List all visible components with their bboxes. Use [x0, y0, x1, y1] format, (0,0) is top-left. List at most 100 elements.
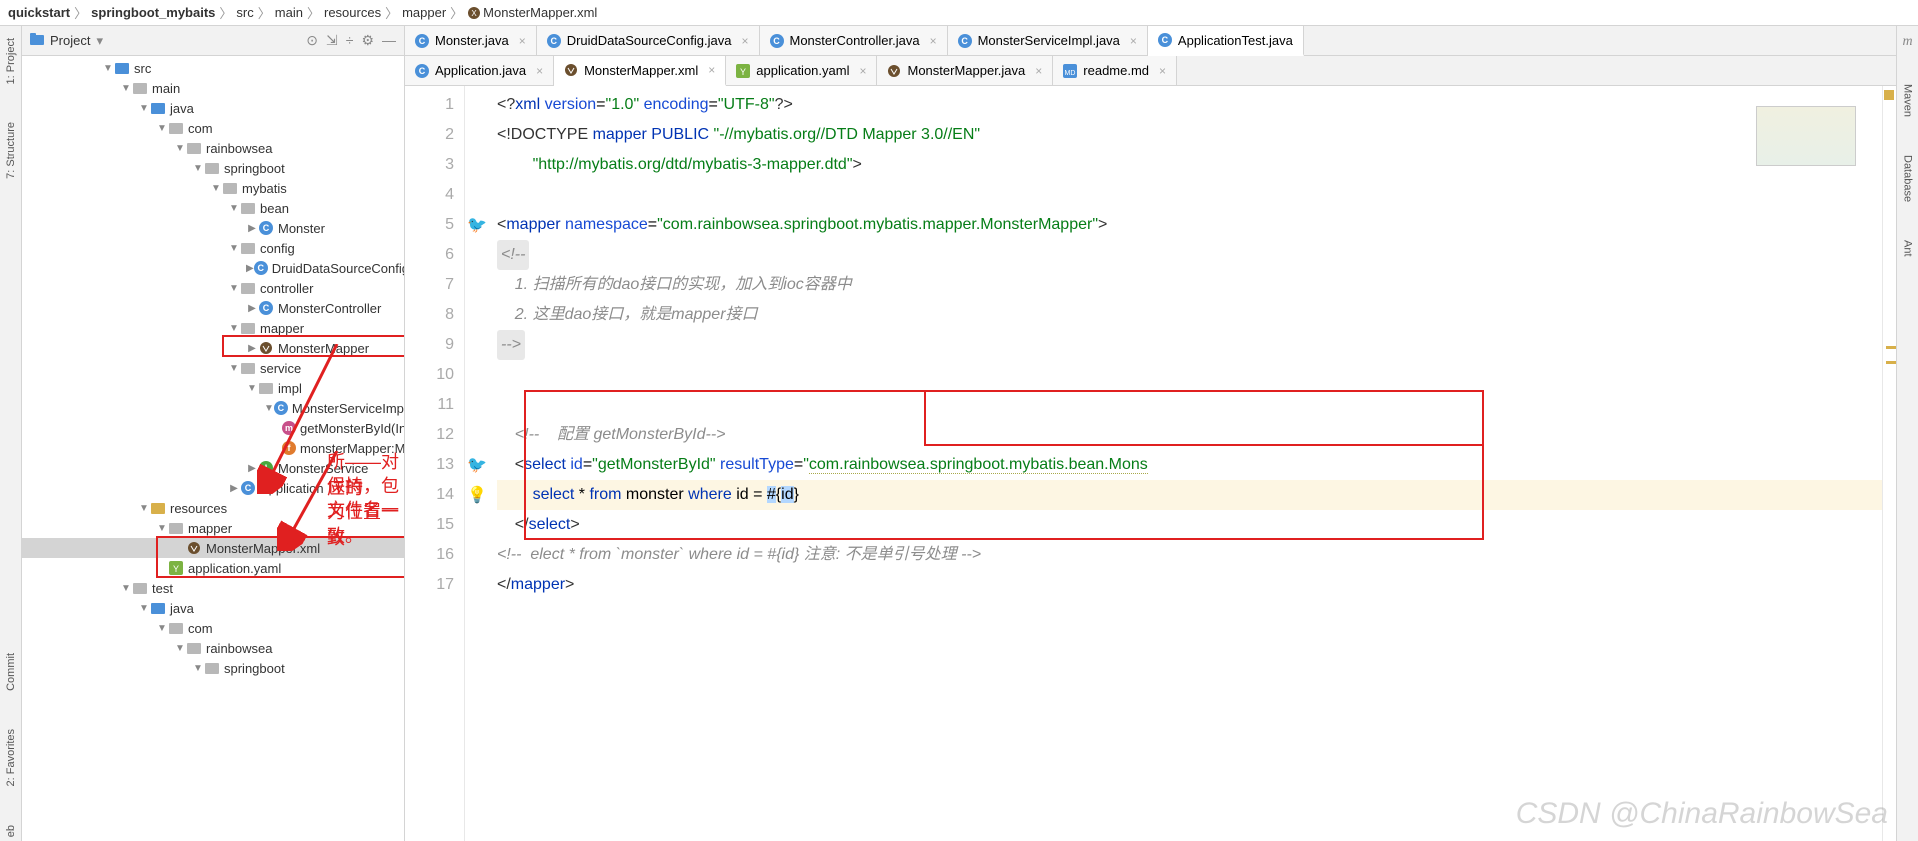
tree-item[interactable]: ▼test	[22, 578, 404, 598]
settings-icon[interactable]: ⚙	[361, 32, 374, 49]
bc-2[interactable]: src	[236, 5, 253, 20]
rail-eb[interactable]: eb	[5, 821, 17, 841]
editor-tab[interactable]: Yapplication.yaml×	[726, 56, 877, 85]
close-icon[interactable]: ×	[536, 64, 543, 78]
expand-arrow-icon[interactable]: ▼	[156, 522, 168, 534]
bc-1[interactable]: springboot_mybaits	[91, 5, 215, 20]
tree-item[interactable]: mgetMonsterById(In	[22, 418, 404, 438]
hide-icon[interactable]: —	[382, 32, 396, 49]
tree-item[interactable]: ▼springboot	[22, 158, 404, 178]
rail-commit[interactable]: Commit	[5, 649, 17, 695]
expand-arrow-icon[interactable]: ▼	[174, 142, 186, 154]
expand-arrow-icon[interactable]: ▼	[120, 582, 132, 594]
bc-5[interactable]: mapper	[402, 5, 446, 20]
tree-item[interactable]: ▼rainbowsea	[22, 638, 404, 658]
editor-tab[interactable]: CMonsterController.java×	[760, 26, 948, 55]
gutter-icon[interactable]	[465, 300, 489, 330]
bc-3[interactable]: main	[275, 5, 303, 20]
editor-tab[interactable]: CApplication.java×	[405, 56, 554, 85]
code-line[interactable]: 1. 扫描所有的dao接口的实现，加入到ioc容器中	[497, 270, 1882, 300]
expand-arrow-icon[interactable]: ▶	[246, 262, 254, 274]
bc-4[interactable]: resources	[324, 5, 381, 20]
tree-item[interactable]: ▼controller	[22, 278, 404, 298]
expand-arrow-icon[interactable]: ▼	[228, 362, 240, 374]
tree-item[interactable]: ▼resources	[22, 498, 404, 518]
expand-arrow-icon[interactable]: ▶	[246, 342, 258, 354]
gutter-icon[interactable]	[465, 180, 489, 210]
bc-0[interactable]: quickstart	[8, 5, 70, 20]
gutter-icon[interactable]	[465, 90, 489, 120]
editor-tab[interactable]: CMonster.java×	[405, 26, 537, 55]
expand-arrow-icon[interactable]: ▶	[228, 482, 240, 494]
code-line[interactable]: <?xml version="1.0" encoding="UTF-8"?>	[497, 90, 1882, 120]
code-area[interactable]: <?xml version="1.0" encoding="UTF-8"?> <!…	[489, 86, 1882, 841]
code-line[interactable]: "http://mybatis.org/dtd/mybatis-3-mapper…	[497, 150, 1882, 180]
expand-arrow-icon[interactable]: ▼	[138, 602, 150, 614]
tree-item[interactable]: ▶IMonsterService	[22, 458, 404, 478]
gutter-icon[interactable]	[465, 120, 489, 150]
gutter-icon[interactable]	[465, 540, 489, 570]
expand-arrow-icon[interactable]: ▼	[138, 102, 150, 114]
rail-project[interactable]: 1: Project	[5, 34, 17, 88]
close-icon[interactable]: ×	[1035, 64, 1042, 78]
code-line[interactable]: <!-- elect * from `monster` where id = #…	[497, 540, 1882, 570]
tree-item[interactable]: ▼mybatis	[22, 178, 404, 198]
tree-item[interactable]: ▼mapper	[22, 318, 404, 338]
gutter-icon[interactable]	[465, 150, 489, 180]
rail-maven[interactable]: Maven	[1902, 80, 1914, 121]
editor-body[interactable]: 1234567891011121314151617 🐦🐦💡 <?xml vers…	[405, 86, 1896, 841]
editor-tab[interactable]: MonsterMapper.xml×	[554, 56, 726, 86]
gutter-icon[interactable]	[465, 570, 489, 600]
gutter-icon[interactable]	[465, 420, 489, 450]
expand-arrow-icon[interactable]: ▼	[102, 62, 114, 74]
expand-arrow-icon[interactable]: ▶	[246, 222, 258, 234]
tree-item[interactable]: fmonsterMapper:M	[22, 438, 404, 458]
expand-arrow-icon[interactable]	[174, 542, 186, 554]
tree-item[interactable]: MonsterMapper.xml	[22, 538, 404, 558]
expand-arrow-icon[interactable]: ▼	[228, 282, 240, 294]
minimap[interactable]	[1882, 86, 1896, 841]
code-line[interactable]	[497, 390, 1882, 420]
tree-item[interactable]: ▶MonsterMapper	[22, 338, 404, 358]
close-icon[interactable]: ×	[741, 34, 748, 48]
expand-arrow-icon[interactable]	[156, 562, 168, 574]
code-line[interactable]: <select id="getMonsterById" resultType="…	[497, 450, 1882, 480]
expand-arrow-icon[interactable]: ▼	[210, 182, 222, 194]
tree-item[interactable]: ▼springboot	[22, 658, 404, 678]
code-line[interactable]: <!-- 配置 getMonsterById-->	[497, 420, 1882, 450]
select-opened-icon[interactable]: ⊙	[306, 32, 318, 49]
code-line[interactable]	[497, 180, 1882, 210]
editor-tab[interactable]: CApplicationTest.java	[1148, 26, 1304, 56]
close-icon[interactable]: ×	[519, 34, 526, 48]
gutter-icon[interactable]: 💡	[465, 480, 489, 510]
close-icon[interactable]: ×	[1159, 64, 1166, 78]
code-line[interactable]: <!--	[497, 240, 529, 270]
code-line[interactable]: select * from monster where id = #{id}	[497, 480, 1882, 510]
tree-item[interactable]: ▶CApplication	[22, 478, 404, 498]
gutter-icon[interactable]	[465, 270, 489, 300]
code-line[interactable]: 2. 这里dao接口，就是mapper接口	[497, 300, 1882, 330]
tree-item[interactable]: ▼src	[22, 58, 404, 78]
code-line[interactable]: -->	[497, 330, 525, 360]
gutter-icon[interactable]	[465, 390, 489, 420]
expand-arrow-icon[interactable]: ▼	[120, 82, 132, 94]
close-icon[interactable]: ×	[930, 34, 937, 48]
tree-item[interactable]: ▼config	[22, 238, 404, 258]
close-icon[interactable]: ×	[1130, 34, 1137, 48]
expand-all-icon[interactable]: ⇲	[326, 32, 338, 49]
tree-item[interactable]: ▶CMonster	[22, 218, 404, 238]
expand-arrow-icon[interactable]: ▼	[228, 242, 240, 254]
editor-tab[interactable]: MonsterMapper.java×	[877, 56, 1053, 85]
expand-arrow-icon[interactable]: ▶	[246, 462, 258, 474]
tree-item[interactable]: ▼mapper	[22, 518, 404, 538]
tree-item[interactable]: ▼rainbowsea	[22, 138, 404, 158]
editor-tab[interactable]: MDreadme.md×	[1053, 56, 1177, 85]
tree-item[interactable]: Yapplication.yaml	[22, 558, 404, 578]
expand-arrow-icon[interactable]: ▼	[228, 322, 240, 334]
rail-favorites[interactable]: 2: Favorites	[5, 725, 17, 790]
rail-ant[interactable]: Ant	[1902, 236, 1914, 261]
tree-item[interactable]: ▼com	[22, 618, 404, 638]
gutter-icon[interactable]	[465, 240, 489, 270]
tree-item[interactable]: ▶CDruidDataSourceConfig	[22, 258, 404, 278]
collapse-all-icon[interactable]: ÷	[346, 32, 354, 49]
